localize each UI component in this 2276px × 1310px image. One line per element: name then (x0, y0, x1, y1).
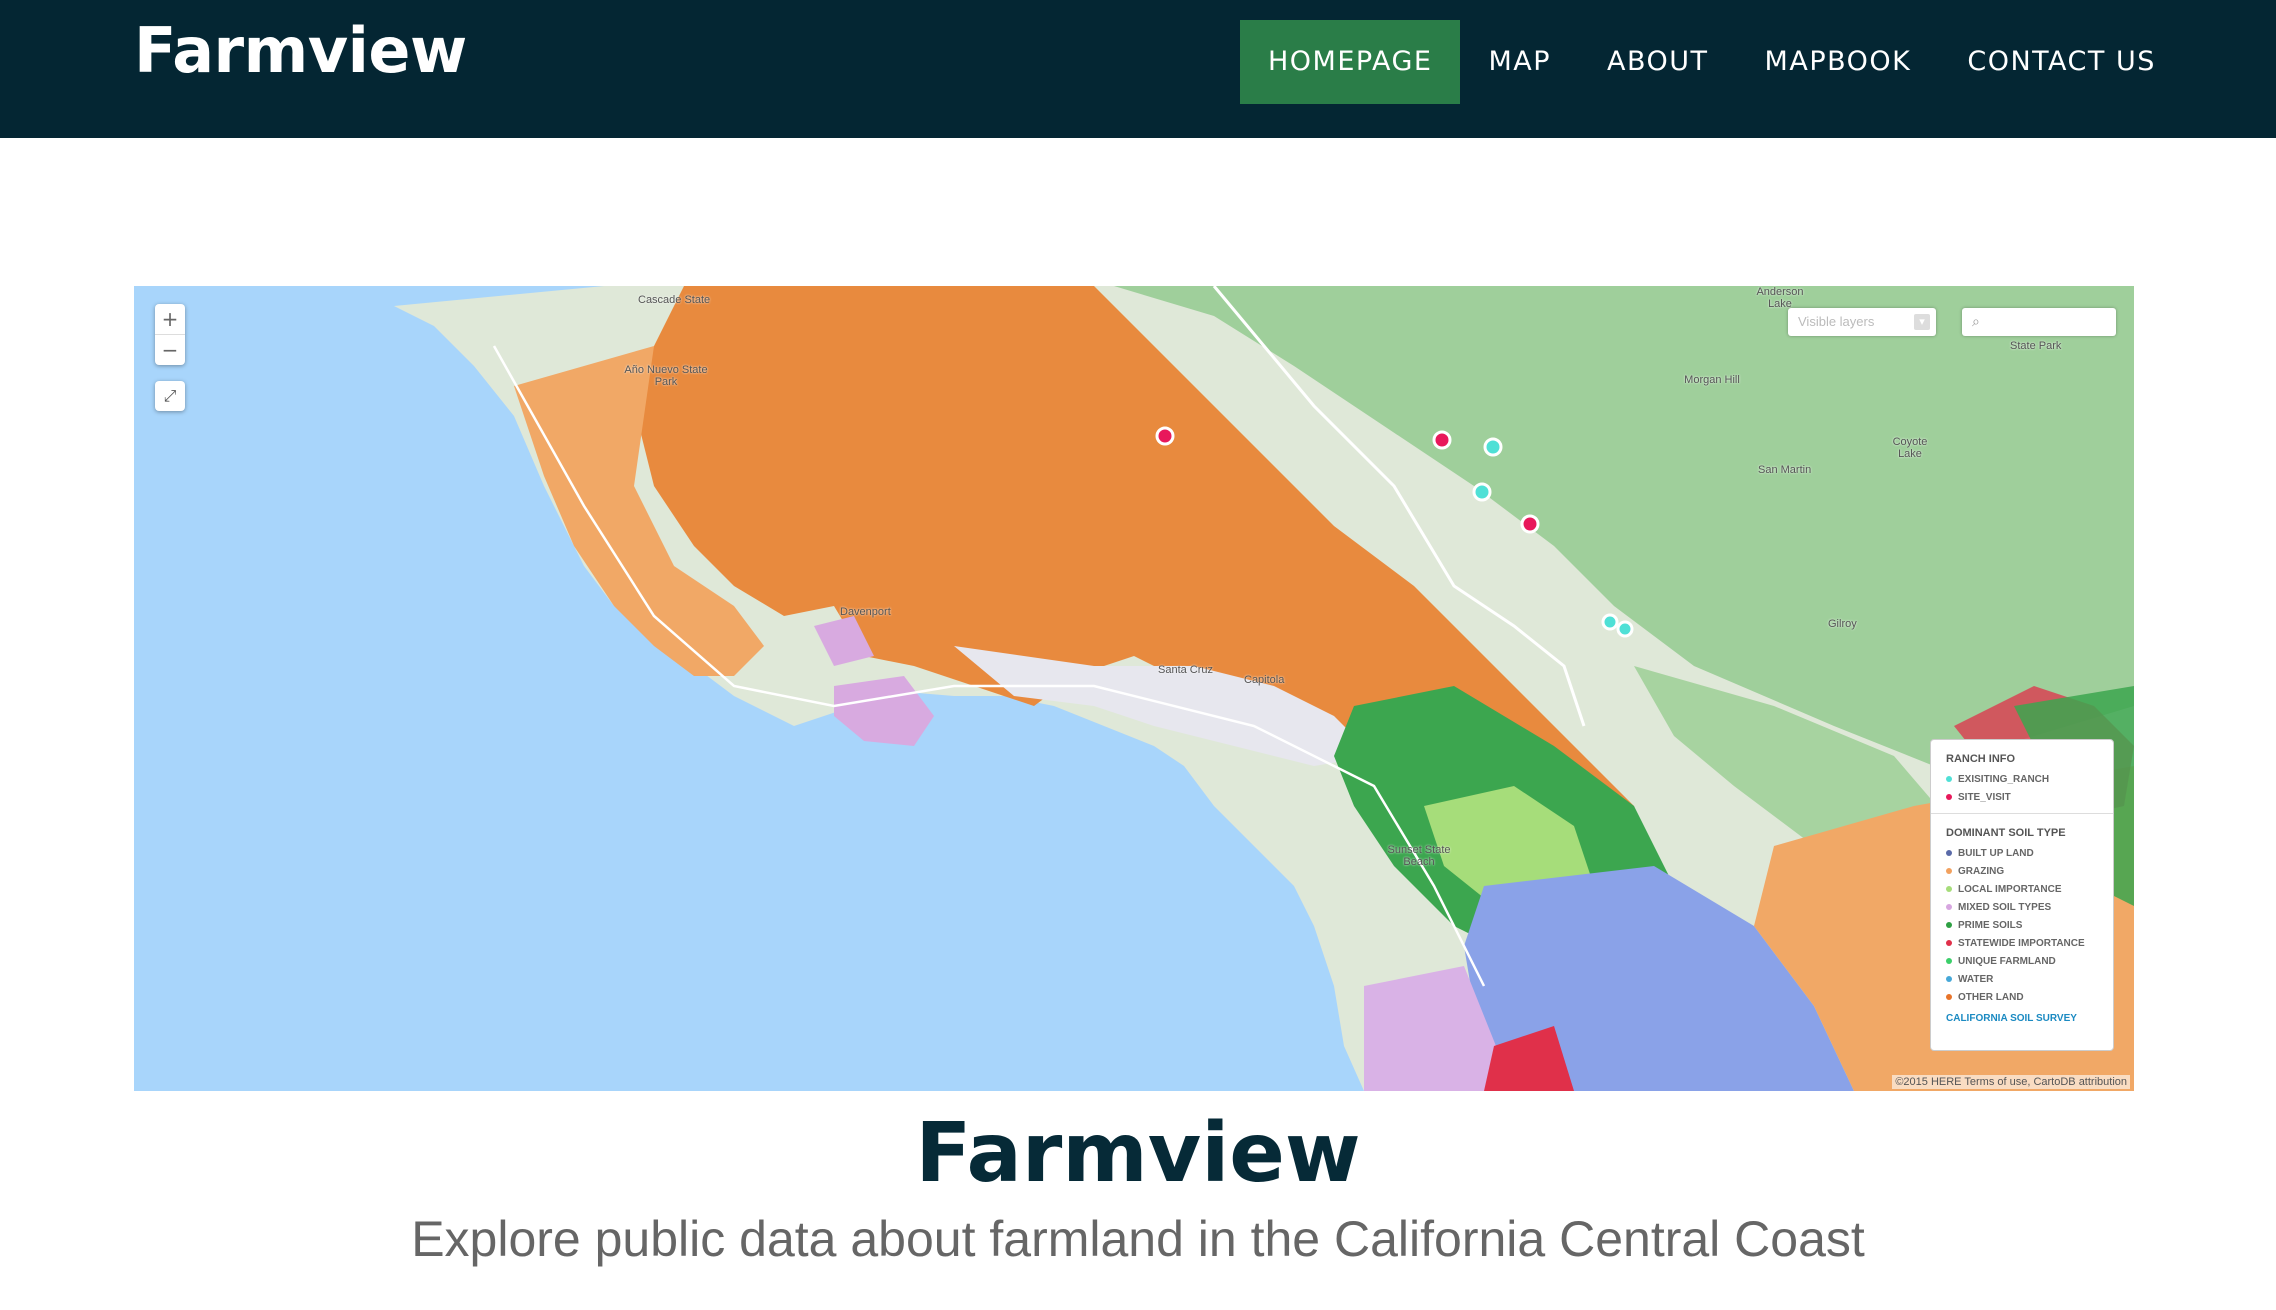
legend-dot (1946, 958, 1952, 965)
brand-logo[interactable]: Farmview (134, 14, 467, 87)
map-place-label: Gilroy (1828, 618, 1857, 630)
main-nav: HOMEPAGE MAP ABOUT MAPBOOK CONTACT US (1240, 20, 2184, 104)
legend-soil-title: DOMINANT SOIL TYPE (1946, 827, 2066, 839)
existing-ranch-marker (1616, 620, 1634, 638)
existing-ranch-marker (1472, 482, 1492, 502)
legend-dot (1946, 976, 1952, 983)
legend-dot (1946, 922, 1952, 929)
legend-item: MIXED SOIL TYPES (1946, 899, 2113, 917)
legend-item: STATEWIDE IMPORTANCE (1946, 935, 2113, 953)
legend-item: LOCAL IMPORTANCE (1946, 881, 2113, 899)
zoom-control: + − (155, 304, 185, 365)
map-place-label: State Park (2010, 340, 2062, 352)
map-place-label: Año Nuevo State Park (624, 364, 708, 388)
existing-ranch-marker (1483, 437, 1503, 457)
fullscreen-icon: ⤢ (163, 386, 177, 405)
legend-dot (1946, 886, 1952, 893)
legend-item: SITE_VISIT (1946, 789, 2113, 807)
nav-mapbook[interactable]: MAPBOOK (1737, 20, 1940, 104)
zoom-in-button[interactable]: + (155, 304, 185, 334)
existing-ranch-marker (1601, 613, 1619, 631)
nav-contact-us[interactable]: CONTACT US (1939, 20, 2184, 104)
hero-title: Farmview (915, 1106, 1361, 1201)
legend-dot (1946, 794, 1952, 801)
hero-subtitle: Explore public data about farmland in th… (411, 1211, 1865, 1267)
map-legend: RANCH INFO EXISITING_RANCH SITE_VISIT DO… (1930, 739, 2114, 1051)
map-place-label: Capitola (1244, 674, 1285, 686)
map-search-input[interactable]: ⌕ (1962, 308, 2116, 336)
visible-layers-select[interactable]: Visible layers ▾ (1788, 308, 1936, 336)
legend-dot (1946, 994, 1952, 1001)
farmland-map[interactable]: Cascade State Año Nuevo State Park Daven… (134, 286, 2134, 1091)
map-place-label: Davenport (840, 606, 891, 618)
legend-dot (1946, 868, 1952, 875)
legend-item: GRAZING (1946, 863, 2113, 881)
map-place-label: San Martin (1758, 464, 1812, 476)
legend-item: BUILT UP LAND (1946, 845, 2113, 863)
legend-item: OTHER LAND (1946, 989, 2113, 1007)
legend-divider (1931, 813, 2113, 814)
map-attribution[interactable]: ©2015 HERE Terms of use, CartoDB attribu… (1892, 1075, 2130, 1089)
nav-about[interactable]: ABOUT (1579, 20, 1737, 104)
map-place-label: Sunset State Beach (1387, 844, 1451, 868)
nav-homepage[interactable]: HOMEPAGE (1240, 20, 1461, 104)
legend-item: EXISITING_RANCH (1946, 771, 2113, 789)
legend-dot (1946, 776, 1952, 783)
visible-layers-placeholder: Visible layers (1798, 314, 1875, 329)
map-place-label: Santa Cruz (1158, 664, 1214, 676)
map-canvas[interactable] (134, 286, 2134, 1091)
site-visit-marker (1520, 514, 1540, 534)
site-visit-marker (1155, 426, 1175, 446)
legend-dot (1946, 940, 1952, 947)
fullscreen-button[interactable]: ⤢ (155, 381, 185, 411)
map-place-label: Coyote Lake (1892, 436, 1928, 460)
top-navbar: Farmview HOMEPAGE MAP ABOUT MAPBOOK CONT… (0, 0, 2276, 138)
legend-item: PRIME SOILS (1946, 917, 2113, 935)
search-icon: ⌕ (1972, 314, 1980, 330)
legend-item: WATER (1946, 971, 2113, 989)
legend-dot (1946, 904, 1952, 911)
nav-map[interactable]: MAP (1460, 20, 1579, 104)
layers-toggle-icon[interactable]: ▾ (1914, 314, 1930, 330)
legend-dot (1946, 850, 1952, 857)
legend-ranch-title: RANCH INFO (1946, 753, 2016, 765)
site-visit-marker (1432, 430, 1452, 450)
map-place-label: Morgan Hill (1684, 374, 1740, 386)
map-place-label: Cascade State (638, 294, 711, 306)
california-soil-survey-link[interactable]: CALIFORNIA SOIL SURVEY (1946, 1013, 2113, 1024)
legend-item: UNIQUE FARMLAND (1946, 953, 2113, 971)
zoom-out-button[interactable]: − (155, 334, 185, 365)
map-place-label: Anderson Lake (1756, 286, 1804, 310)
